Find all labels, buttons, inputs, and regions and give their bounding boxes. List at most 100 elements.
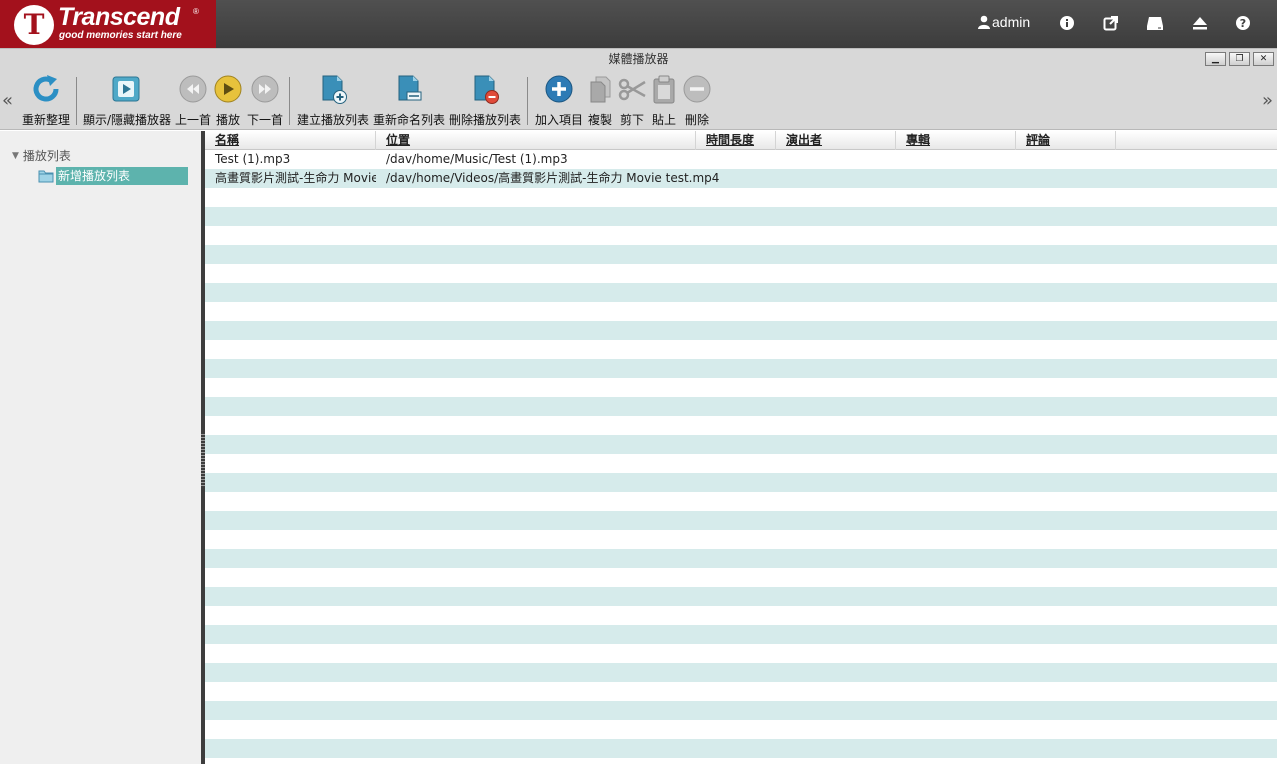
empty-row (205, 568, 1277, 587)
delete-playlist-button[interactable]: 刪除播放列表 (448, 72, 522, 128)
toggle-player-button[interactable]: 顯示/隱藏播放器 (82, 72, 172, 128)
empty-row (205, 492, 1277, 511)
playlist-tree-root-label: 播放列表 (22, 149, 71, 163)
empty-row (205, 188, 1277, 207)
empty-row (205, 416, 1277, 435)
grid-rows: Test (1).mp3 /dav/home/Music/Test (1).mp… (205, 150, 1277, 758)
refresh-button[interactable]: 重新整理 (20, 72, 72, 128)
empty-row (205, 473, 1277, 492)
empty-row (205, 378, 1277, 397)
table-row[interactable]: Test (1).mp3 /dav/home/Music/Test (1).mp… (205, 150, 1277, 169)
column-header-name[interactable]: 名稱 (205, 131, 376, 150)
empty-row (205, 606, 1277, 625)
delete-playlist-label: 刪除播放列表 (448, 113, 521, 127)
brand-tagline: good memories start here (59, 30, 182, 41)
add-item-label: 加入項目 (534, 113, 583, 127)
play-button[interactable]: 播放 (212, 72, 244, 128)
cell-name: 高畫質影片測試-生命力 Movie (215, 171, 376, 185)
delete-button[interactable]: 刪除 (682, 72, 712, 128)
next-label: 下一首 (246, 113, 283, 127)
empty-row (205, 530, 1277, 549)
window-title: 媒體播放器 (608, 52, 669, 66)
refresh-label: 重新整理 (21, 113, 70, 127)
drive-icon[interactable] (1146, 14, 1164, 32)
table-row[interactable]: 高畫質影片測試-生命力 Movie /dav/home/Videos/高畫質影片… (205, 169, 1277, 188)
transcend-logo-icon: T (14, 5, 54, 45)
empty-row (205, 226, 1277, 245)
restore-button[interactable]: ❐ (1229, 52, 1250, 66)
playlist-tree-root[interactable]: ▼ 播放列表 (12, 147, 71, 164)
info-icon[interactable] (1058, 14, 1076, 32)
cut-button[interactable]: 剪下 (616, 72, 648, 128)
add-circle-icon (544, 72, 574, 106)
empty-row (205, 245, 1277, 264)
empty-row (205, 644, 1277, 663)
minimize-button[interactable]: ▁ (1205, 52, 1226, 66)
toolbar-scroll-right-icon[interactable]: » (1262, 90, 1273, 111)
delete-label: 刪除 (684, 113, 709, 127)
rename-playlist-icon (393, 72, 425, 106)
rename-playlist-button[interactable]: 重新命名列表 (372, 72, 446, 128)
rewind-icon (178, 72, 208, 106)
brand-registered-mark: ® (193, 7, 199, 16)
external-link-icon[interactable] (1102, 14, 1120, 32)
playlist-item-new[interactable]: 新增播放列表 (38, 167, 188, 185)
cell-name: Test (1).mp3 (215, 152, 291, 166)
expand-arrow-icon[interactable]: ▼ (12, 151, 19, 161)
toolbar-separator (289, 77, 290, 125)
svg-text:?: ? (1240, 17, 1246, 30)
empty-row (205, 283, 1277, 302)
empty-row (205, 663, 1277, 682)
media-grid: 名稱 位置 時間長度 演出者 專輯 評論 Test (1).mp3 /dav/h… (205, 131, 1277, 764)
fast-forward-icon (250, 72, 280, 106)
empty-row (205, 682, 1277, 701)
paste-button[interactable]: 貼上 (650, 72, 678, 128)
column-header-location[interactable]: 位置 (376, 131, 696, 150)
paste-label: 貼上 (651, 113, 676, 127)
window-controls: ▁ ❐ ✕ (1205, 52, 1274, 66)
brand-name: Transcend (58, 3, 180, 31)
toolbar-separator (527, 77, 528, 125)
column-header-artist[interactable]: 演出者 (776, 131, 896, 150)
column-header-comment[interactable]: 評論 (1016, 131, 1116, 150)
column-header-album[interactable]: 專輯 (896, 131, 1016, 150)
copy-button[interactable]: 複製 (586, 72, 614, 128)
playlist-panel: ▼ 播放列表 新增播放列表 (0, 131, 201, 764)
empty-row (205, 701, 1277, 720)
empty-row (205, 397, 1277, 416)
empty-row (205, 549, 1277, 568)
copy-icon (587, 72, 613, 106)
empty-row (205, 625, 1277, 644)
empty-row (205, 739, 1277, 758)
empty-row (205, 435, 1277, 454)
empty-row (205, 511, 1277, 530)
toolbar-separator (76, 77, 77, 125)
cut-label: 剪下 (619, 113, 644, 127)
player-toggle-icon (111, 72, 143, 106)
window-titlebar: 媒體播放器 ▁ ❐ ✕ (0, 48, 1277, 68)
user-icon (978, 15, 990, 29)
help-icon[interactable]: ? (1234, 14, 1252, 32)
empty-row (205, 340, 1277, 359)
close-button[interactable]: ✕ (1253, 52, 1274, 66)
eject-icon[interactable] (1191, 14, 1209, 32)
playlist-item-label: 新增播放列表 (56, 167, 188, 185)
next-button[interactable]: 下一首 (246, 72, 284, 128)
user-menu[interactable]: admin (977, 14, 1030, 30)
toolbar: « 重新整理 顯示/隱藏播放器 上一首 播放 下一首 建立播放列表 重新命名列表… (0, 68, 1277, 130)
grid-header: 名稱 位置 時間長度 演出者 專輯 評論 (205, 131, 1277, 150)
add-playlist-icon (317, 72, 349, 106)
empty-row (205, 587, 1277, 606)
create-playlist-button[interactable]: 建立播放列表 (296, 72, 370, 128)
delete-playlist-icon (469, 72, 501, 106)
refresh-icon (30, 72, 62, 106)
toolbar-scroll-left-icon[interactable]: « (2, 90, 13, 111)
add-item-button[interactable]: 加入項目 (533, 72, 585, 128)
cell-location: /dav/home/Music/Test (1).mp3 (386, 152, 568, 166)
empty-row (205, 359, 1277, 378)
column-header-duration[interactable]: 時間長度 (696, 131, 776, 150)
top-bar: T Transcend ® good memories start here a… (0, 0, 1277, 48)
clipboard-icon (651, 72, 677, 106)
remove-circle-icon (682, 72, 712, 106)
previous-button[interactable]: 上一首 (174, 72, 212, 128)
